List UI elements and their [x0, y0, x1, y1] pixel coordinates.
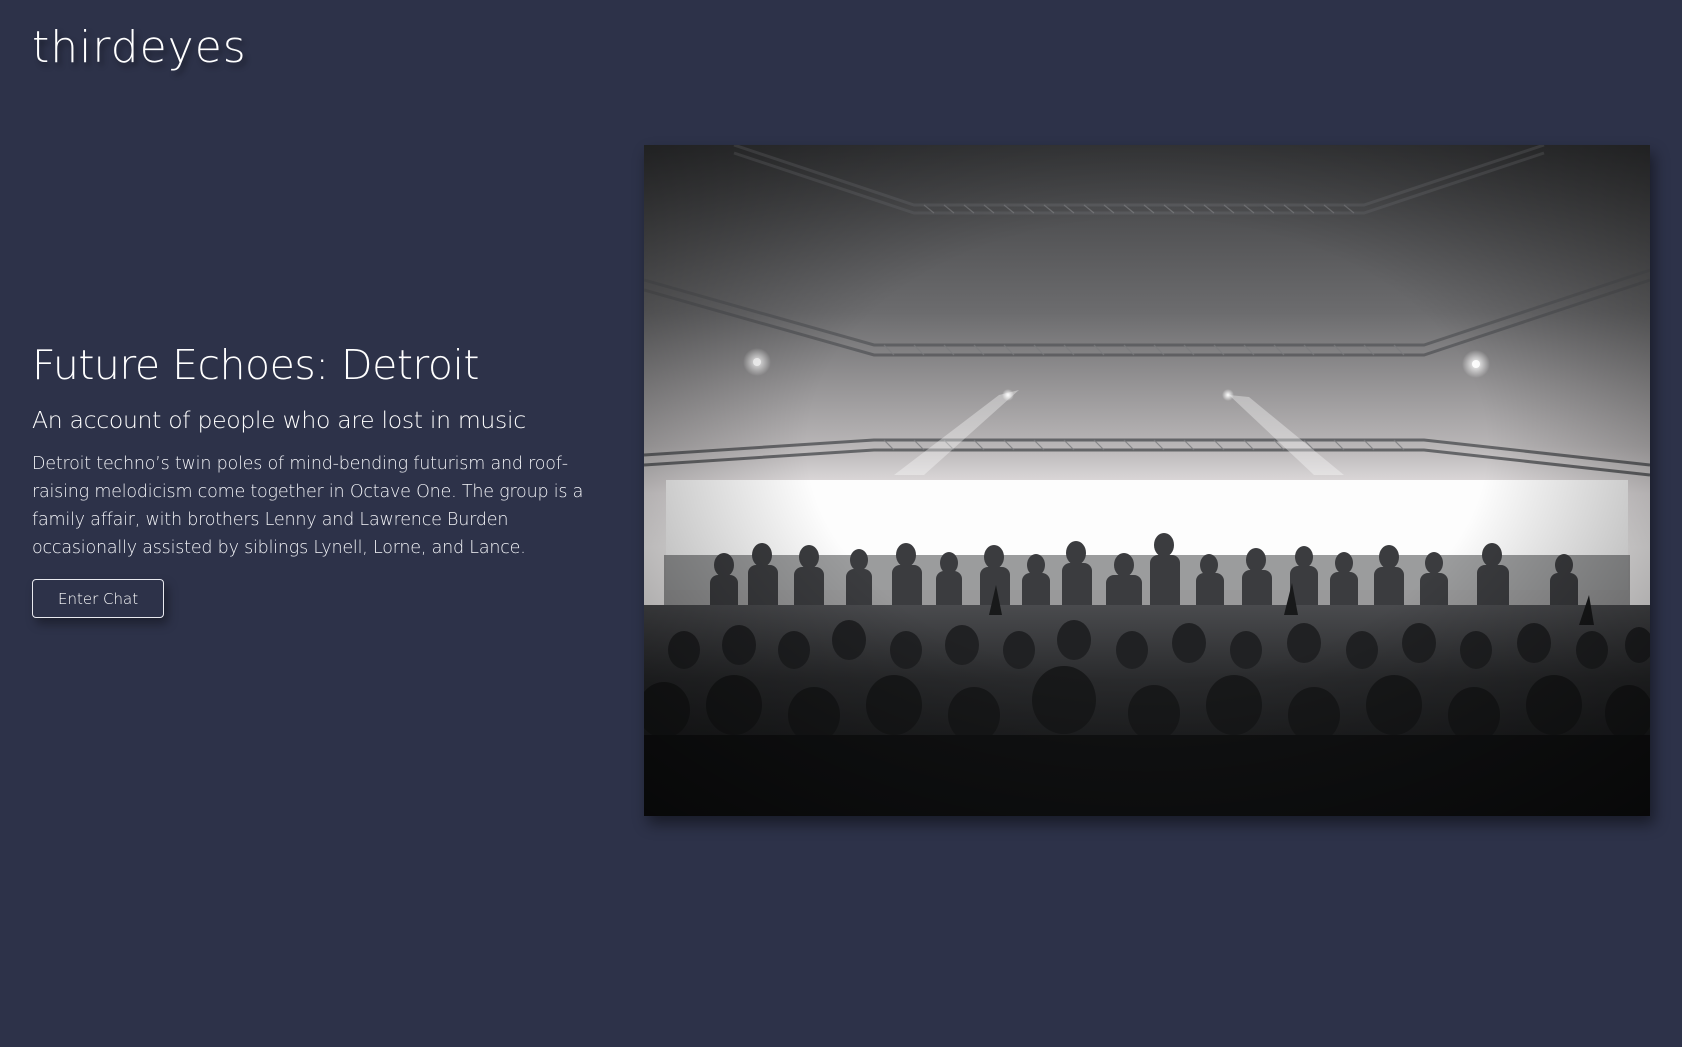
concert-crowd-image — [644, 145, 1650, 816]
hero-description: Detroit techno’s twin poles of mind-bend… — [32, 454, 584, 558]
hero-title: Future Echoes: Detroit — [32, 341, 479, 389]
hero-text-block: Future Echoes: Detroit An account of peo… — [32, 340, 612, 618]
enter-chat-button[interactable]: Enter Chat — [32, 579, 165, 618]
landing-page: thirdeyes Future Echoes: Detroit An acco… — [0, 0, 1682, 1047]
brand-logo[interactable]: thirdeyes — [32, 26, 247, 70]
hero-subtitle: An account of people who are lost in mus… — [32, 406, 526, 434]
hero-concert-photo — [644, 145, 1650, 816]
